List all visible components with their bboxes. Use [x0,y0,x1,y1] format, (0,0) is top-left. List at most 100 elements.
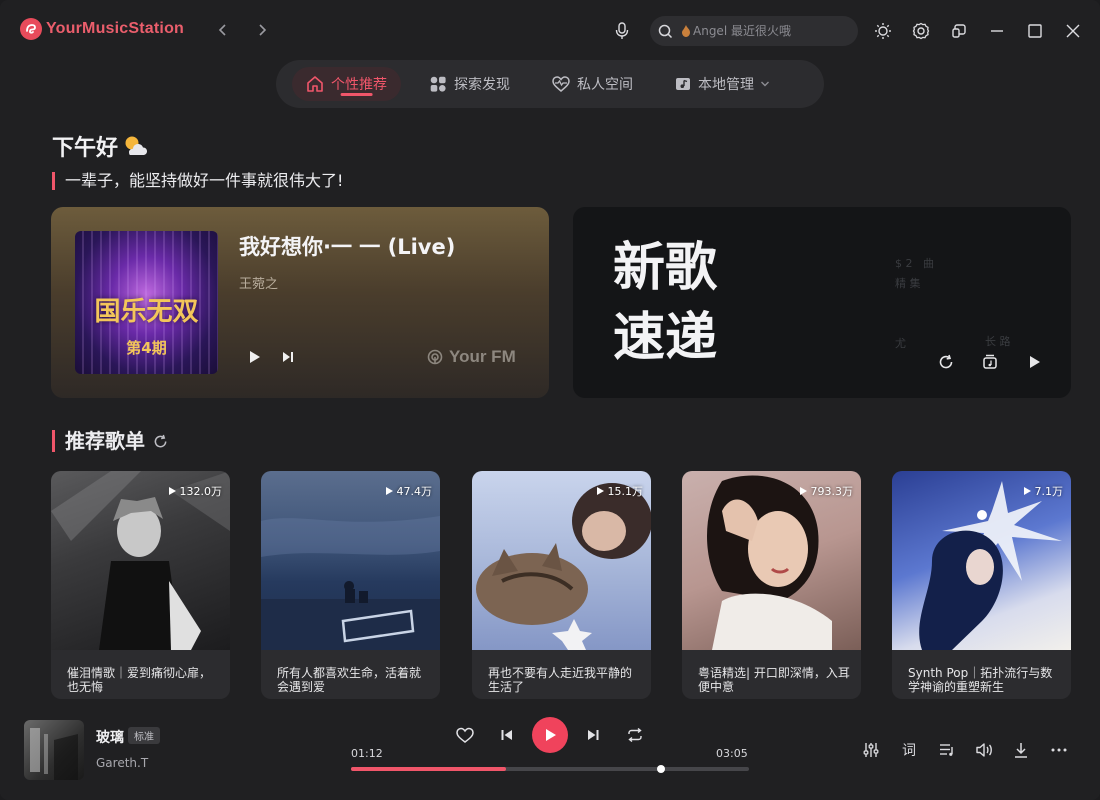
play-count: 7.1万 [1023,483,1063,499]
tab-label: 探索发现 [454,77,510,93]
mini-player-icon[interactable] [948,20,970,42]
playlist-name[interactable]: 所有人都喜欢生命，活着就会遇到爱 [277,666,432,694]
progress-fill [351,767,507,771]
microphone-icon[interactable] [611,20,633,42]
playlist-name[interactable]: 催泪情歌｜爱到痛彻心扉，也无悔 [67,666,222,694]
fm-album-cover[interactable]: 国乐无双 第4期 [75,231,218,374]
main-nav-tabs: 个性推荐 探索发现 私人空间 本地管理 [276,60,824,108]
now-playing-cover[interactable] [24,720,84,780]
daily-quote: 一辈子，能坚持做好一件事就很伟大了! [52,172,343,190]
radio-icon [427,349,443,365]
playlist-cover-image[interactable]: 15.1万 [472,471,651,650]
close-icon[interactable] [1062,20,1084,42]
playlist-name[interactable]: 再也不要有人走近我平静的生活了 [488,666,643,694]
more-options-icon[interactable] [1048,739,1070,761]
fm-play-icon[interactable] [245,347,265,367]
playlist-card[interactable]: 793.3万 粤语精选| 开口即深情，入耳便中意 [682,471,861,699]
playlist-card[interactable]: 47.4万 所有人都喜欢生命，活着就会遇到爱 [261,471,440,699]
now-playing-artist[interactable]: Gareth.T [96,756,148,770]
play-pause-button[interactable] [532,717,568,753]
total-time: 03:05 [716,747,748,760]
equalizer-icon[interactable] [860,739,882,761]
download-icon[interactable] [1010,739,1032,761]
playlist-cover-image[interactable]: 132.0万 [51,471,230,650]
search-box[interactable] [650,16,858,46]
theme-sun-icon[interactable] [872,20,894,42]
play-count-icon [799,487,807,495]
tab-explore[interactable]: 探索发现 [415,67,524,101]
back-icon[interactable] [212,19,234,41]
home-icon [306,75,324,93]
refresh-icon[interactable] [935,351,957,373]
previous-track-icon[interactable] [496,724,518,746]
playlist-name[interactable]: Synth Pop｜拓扑流行与数学神谕的重塑新生 [908,666,1063,694]
app-window: YourMusicStation Angel 最近很火哦 个性推荐 探索发现 私… [0,0,1100,800]
lyrics-button[interactable]: 词 [898,739,920,761]
heart-pulse-icon [552,75,570,93]
song-list-icon[interactable] [979,351,1001,373]
settings-gear-icon[interactable] [910,20,932,42]
greeting-text: 下午好 [52,136,119,161]
playlist-cover-image[interactable]: 793.3万 [682,471,861,650]
next-track-icon[interactable] [582,724,604,746]
section-title-text: 推荐歌单 [65,429,145,453]
trending-fire-icon [681,25,691,37]
fm-artist-name[interactable]: 王菀之 [239,273,278,292]
bg-decoration: 长 路 [985,335,1011,348]
tab-label: 个性推荐 [331,77,387,93]
partly-cloudy-icon [122,134,148,158]
play-count-icon [168,487,176,495]
play-count-text: 15.1万 [607,485,644,498]
play-count-icon [596,487,604,495]
search-input[interactable] [693,24,858,38]
play-icon [545,728,557,742]
playlist-card[interactable]: 7.1万 Synth Pop｜拓扑流行与数学神谕的重塑新生 [892,471,1071,699]
fm-song-title[interactable]: 我好想你·一 一 (Live) [239,231,455,261]
play-count-icon [385,487,393,495]
play-count-icon [1023,487,1031,495]
maximize-icon[interactable] [1024,20,1046,42]
brand-label: Your FM [449,347,516,366]
app-logo[interactable]: YourMusicStation [20,18,184,40]
local-music-icon [675,76,691,92]
personal-fm-card[interactable]: 国乐无双 第4期 我好想你·一 一 (Live) 王菀之 Your FM [51,207,549,398]
play-count: 15.1万 [596,483,644,499]
bg-decoration: 尤 [895,337,906,350]
tab-recommend[interactable]: 个性推荐 [292,67,401,101]
progress-bar[interactable] [351,765,749,773]
tab-label: 私人空间 [577,77,633,93]
playlist-card[interactable]: 15.1万 再也不要有人走近我平静的生活了 [472,471,651,699]
quality-badge[interactable]: 标准 [128,727,160,744]
now-playing-title[interactable]: 玻璃 [96,727,124,747]
fm-next-icon[interactable] [278,347,298,367]
tab-personal[interactable]: 私人空间 [538,67,647,101]
logo-icon [20,18,42,40]
your-fm-brand: Your FM [427,347,516,367]
playlist-cover-image[interactable]: 47.4万 [261,471,440,650]
cover-subtitle: 第4期 [126,339,167,357]
refresh-playlists-icon[interactable] [153,434,168,449]
player-bar: 玻璃 标准 Gareth.T 01:12 03:05 词 [0,700,1100,800]
title-bar: YourMusicStation [0,0,1100,60]
play-count-text: 793.3万 [810,485,854,498]
playlist-queue-icon[interactable] [936,739,958,761]
new-songs-play-icon[interactable] [1024,351,1046,373]
grid-icon [429,75,447,93]
like-heart-icon[interactable] [454,724,476,746]
tab-label: 本地管理 [698,77,754,93]
play-count: 47.4万 [385,483,433,499]
playlist-name[interactable]: 粤语精选| 开口即深情，入耳便中意 [698,666,853,694]
bg-decoration: 精 集 [895,277,921,290]
playlist-cover-image[interactable]: 7.1万 [892,471,1071,650]
tab-local[interactable]: 本地管理 [661,67,784,101]
repeat-icon[interactable] [624,724,646,746]
volume-icon[interactable] [973,739,995,761]
minimize-icon[interactable] [986,20,1008,42]
cover-title: 国乐无双 [94,297,199,327]
play-count-text: 47.4万 [396,485,433,498]
play-count: 793.3万 [799,483,854,499]
seek-knob[interactable] [657,765,666,773]
playlist-card[interactable]: 132.0万 催泪情歌｜爱到痛彻心扉，也无悔 [51,471,230,699]
new-songs-card[interactable]: $ 2 曲 精 集 尤 长 路 新歌速递 [573,207,1071,398]
forward-icon[interactable] [251,19,273,41]
